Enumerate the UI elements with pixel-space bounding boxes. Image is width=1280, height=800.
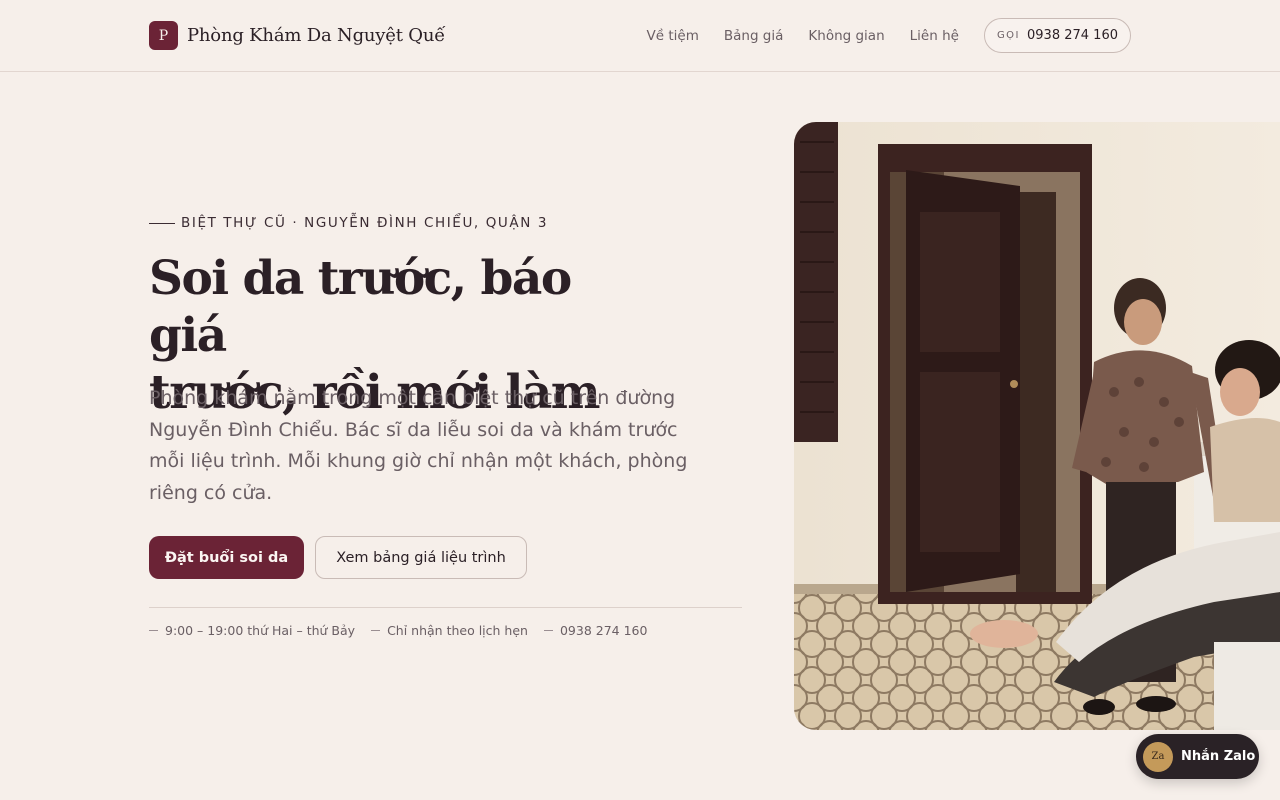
brand-logo[interactable]: P Phòng Khám Da Nguyệt Quế: [149, 21, 445, 50]
headline-line-1: Soi da trước, báo giá: [149, 251, 572, 363]
call-number: 0938 274 160: [1027, 28, 1118, 43]
eyebrow-rule: [149, 222, 175, 224]
fact-dash: [371, 630, 381, 631]
main-nav: Về tiệm Bảng giá Không gian Liên hệ GỌI …: [647, 18, 1131, 53]
fact-dash: [543, 630, 553, 631]
fact-hours-text: 9:00 – 19:00 thứ Hai – thứ Bảy: [165, 623, 356, 638]
book-skin-check-button[interactable]: Đặt buổi soi da: [149, 536, 304, 579]
hero-photo: [794, 122, 1280, 730]
zalo-chat-button[interactable]: Za Nhắn Zalo: [1136, 734, 1259, 779]
zalo-label: Nhắn Zalo: [1181, 749, 1256, 764]
hero-divider: [149, 607, 742, 608]
nav-link-about[interactable]: Về tiệm: [647, 19, 699, 53]
eyebrow-text: BIỆT THỰ CŨ · NGUYỄN ĐÌNH CHIỂU, QUẬN 3: [181, 215, 549, 231]
nav-link-contact[interactable]: Liên hệ: [910, 19, 959, 53]
call-label: GỌI: [996, 30, 1021, 41]
hero-facts: 9:00 – 19:00 thứ Hai – thứ Bảy Chỉ nhận …: [149, 623, 663, 638]
call-button[interactable]: GỌI 0938 274 160: [983, 18, 1131, 53]
fact-hours: 9:00 – 19:00 thứ Hai – thứ Bảy: [149, 623, 355, 638]
hero-lead: Phòng khám nằm trong một căn biệt thự cũ…: [149, 387, 688, 504]
site-header: P Phòng Khám Da Nguyệt Quế Về tiệm Bảng …: [0, 0, 1280, 72]
fact-dash: [149, 630, 158, 631]
clinic-interior-illustration: [794, 122, 1280, 730]
nav-link-pricing[interactable]: Bảng giá: [724, 19, 784, 53]
fact-phone-text: 0938 274 160: [559, 623, 648, 638]
fact-appointment: Chỉ nhận theo lịch hẹn: [371, 623, 528, 638]
nav-link-space[interactable]: Không gian: [808, 19, 884, 53]
fact-appointment-text: Chỉ nhận theo lịch hẹn: [387, 623, 528, 638]
brand-mark: P: [149, 21, 178, 50]
zalo-icon: Za: [1143, 741, 1173, 772]
hero-eyebrow: BIỆT THỰ CŨ · NGUYỄN ĐÌNH CHIỂU, QUẬN 3: [149, 215, 548, 231]
fact-phone: 0938 274 160: [543, 623, 648, 638]
brand-name: Phòng Khám Da Nguyệt Quế: [187, 25, 446, 46]
view-pricing-button[interactable]: Xem bảng giá liệu trình: [315, 536, 527, 579]
